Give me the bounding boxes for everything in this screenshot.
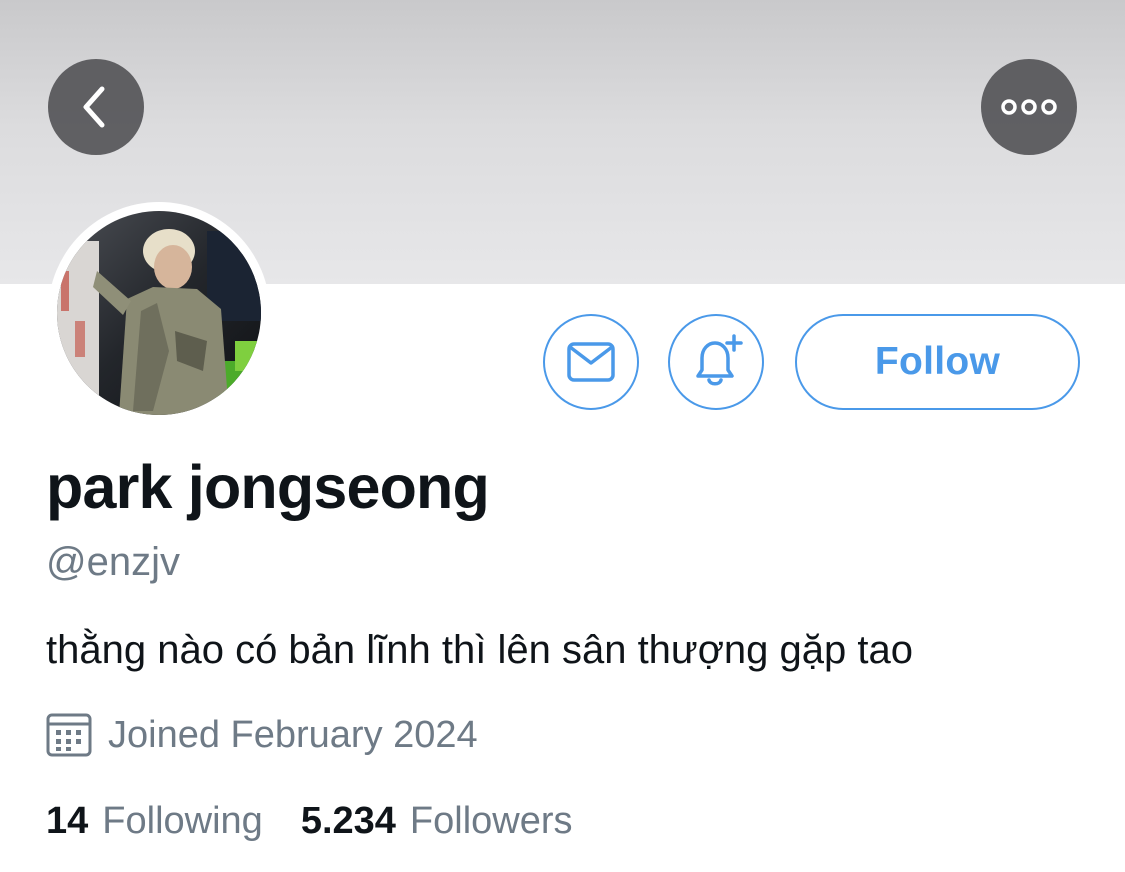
joined-date-row: Joined February 2024 (46, 710, 478, 760)
notifications-button[interactable] (668, 314, 764, 410)
ellipsis-icon (1001, 99, 1057, 115)
display-name: park jongseong (46, 453, 490, 521)
joined-date: Joined February 2024 (108, 713, 478, 756)
more-options-button[interactable] (981, 59, 1077, 155)
envelope-icon (567, 342, 615, 382)
following-label: Following (102, 800, 263, 842)
following-count: 14 (46, 800, 89, 842)
message-button[interactable] (543, 314, 639, 410)
follow-stats: 14 Following 5.234 Followers (46, 800, 573, 843)
avatar-photo (57, 211, 261, 415)
calendar-icon (46, 713, 92, 757)
bell-plus-icon (696, 334, 743, 386)
following-link[interactable]: 14 Following (46, 800, 263, 843)
followers-count: 5.234 (300, 800, 396, 842)
user-handle: @enzjv (46, 540, 180, 584)
bio-text: thằng nào có bản lĩnh thì lên sân thượng… (46, 628, 913, 672)
chevron-left-icon (83, 86, 105, 128)
avatar[interactable] (48, 202, 270, 424)
follow-button[interactable]: Follow (795, 314, 1080, 410)
back-button[interactable] (48, 59, 144, 155)
followers-link[interactable]: 5.234 Followers (301, 800, 573, 843)
followers-label: Followers (409, 800, 573, 842)
